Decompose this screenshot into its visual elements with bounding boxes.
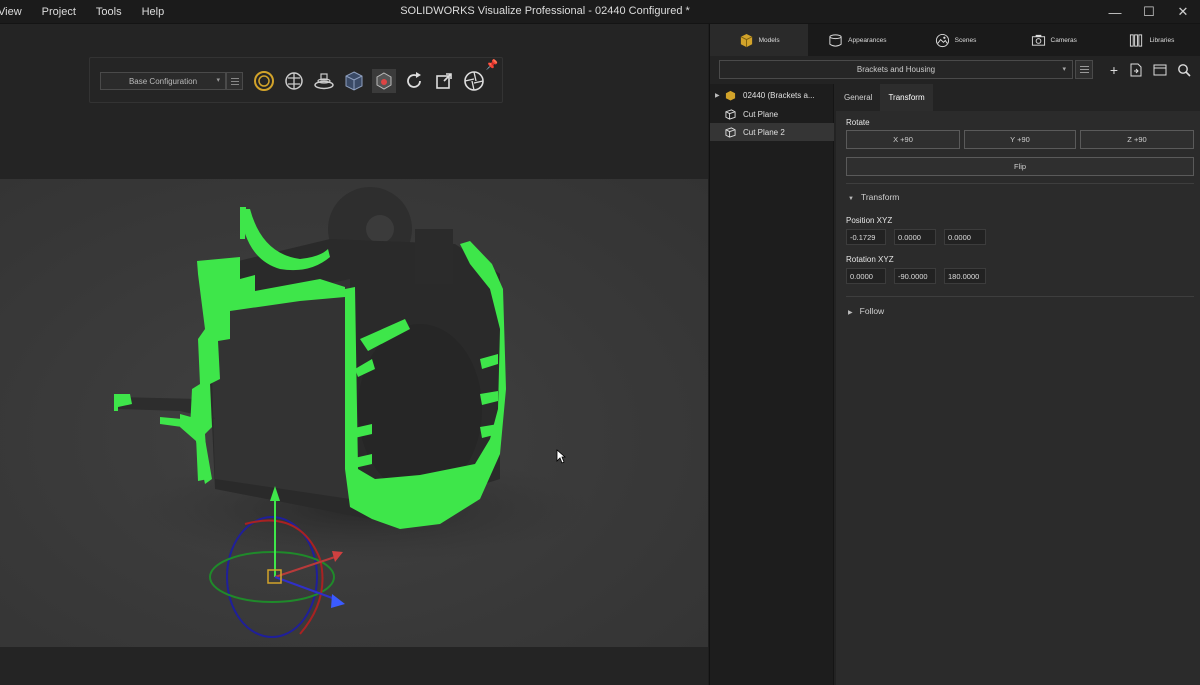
tree-item-cut-plane-2[interactable]: Cut Plane 2: [710, 123, 834, 141]
model-list-button[interactable]: [1075, 60, 1093, 79]
turntable-icon[interactable]: [312, 69, 336, 93]
cut-plane-icon: [725, 108, 736, 120]
rotation-y-field[interactable]: -90.0000: [894, 268, 936, 284]
export-icon[interactable]: [432, 69, 456, 93]
object-select-icon[interactable]: [372, 69, 396, 93]
rotate-y-button[interactable]: Y +90: [964, 130, 1076, 149]
tree-item-label: Cut Plane 2: [743, 127, 785, 137]
caret-right-icon: ▶: [848, 310, 853, 316]
tab-models[interactable]: Models: [710, 24, 809, 56]
panel-tabs: Models Appearances Scenes Cameras Librar…: [710, 24, 1200, 56]
search-icon[interactable]: [1176, 62, 1192, 78]
right-panel: Models Appearances Scenes Cameras Librar…: [709, 24, 1200, 685]
property-tabs: General Transform: [836, 84, 933, 111]
tab-label: Cameras: [1050, 36, 1077, 44]
tree-item-label: 02440 (Brackets a...: [743, 90, 815, 100]
minimize-button[interactable]: —: [1098, 0, 1132, 24]
divider: [846, 296, 1194, 297]
configuration-select[interactable]: Base Configuration ▾: [100, 72, 226, 90]
tab-label: Appearances: [848, 36, 887, 44]
refresh-icon[interactable]: [402, 69, 426, 93]
mouse-cursor-icon: [556, 449, 566, 464]
view-cube-icon[interactable]: [342, 69, 366, 93]
cube-icon: [740, 33, 752, 47]
render-mode-icon[interactable]: [252, 69, 276, 93]
tree-item-cut-plane[interactable]: Cut Plane: [710, 105, 834, 123]
cube-icon: [725, 90, 736, 101]
tab-libraries[interactable]: Libraries: [1103, 24, 1200, 56]
window-title: SOLIDWORKS Visualize Professional - 0244…: [400, 5, 690, 17]
position-y-field[interactable]: 0.0000: [894, 229, 936, 245]
follow-section-toggle[interactable]: ▶ Follow: [848, 306, 884, 316]
model-render[interactable]: [0, 179, 708, 647]
tab-appearances[interactable]: Appearances: [808, 24, 906, 56]
cut-plane-icon: [725, 126, 736, 138]
position-z-field[interactable]: 0.0000: [944, 229, 986, 245]
expand-arrow-icon[interactable]: ▶: [715, 92, 720, 99]
flip-button[interactable]: Flip: [846, 157, 1194, 176]
tab-transform[interactable]: Transform: [880, 84, 933, 111]
rotate-x-button[interactable]: X +90: [846, 130, 960, 149]
position-label: Position XYZ: [846, 216, 893, 225]
paint-can-icon: [829, 33, 842, 47]
transform-section-toggle[interactable]: ▼ Transform: [848, 192, 899, 202]
caret-down-icon: ▼: [848, 196, 854, 202]
transform-properties: Rotate X +90 Y +90 Z +90 Flip ▼ Transform…: [836, 111, 1200, 685]
import-file-icon[interactable]: [1128, 62, 1144, 78]
model-group-value: Brackets and Housing: [856, 65, 936, 74]
configuration-list-button[interactable]: [226, 72, 243, 90]
follow-header: Follow: [859, 306, 885, 316]
tree-item-label: Cut Plane: [743, 109, 779, 119]
rotate-label: Rotate: [846, 118, 870, 127]
viewport-area: Base Configuration ▾ 📌: [0, 24, 708, 685]
tree-item-model[interactable]: ▶ 02440 (Brackets a...: [710, 86, 834, 104]
transform-header: Transform: [860, 192, 900, 202]
rotation-x-field[interactable]: 0.0000: [846, 268, 886, 284]
maximize-button[interactable]: ☐: [1132, 0, 1166, 24]
close-button[interactable]: ✕: [1166, 0, 1200, 24]
model-tree: ▶ 02440 (Brackets a... Cut Plane Cut Pla…: [710, 84, 834, 685]
configuration-value: Base Configuration: [128, 76, 198, 86]
viewport-toolbar: Base Configuration ▾ 📌: [89, 57, 503, 103]
chevron-down-icon: ▾: [216, 77, 220, 84]
scene-tree-icon[interactable]: [282, 69, 306, 93]
divider: [846, 183, 1194, 184]
add-icon[interactable]: +: [1106, 62, 1122, 78]
render-viewport[interactable]: [0, 179, 708, 647]
camera-shutter-icon[interactable]: [462, 69, 486, 93]
tab-label: Models: [758, 36, 780, 44]
rotation-z-field[interactable]: 180.0000: [944, 268, 986, 284]
books-icon: [1130, 33, 1143, 47]
rotation-label: Rotation XYZ: [846, 255, 894, 264]
tab-label: Libraries: [1149, 36, 1175, 44]
globe-icon: [935, 33, 949, 47]
camera-icon: [1031, 34, 1045, 46]
model-group-select[interactable]: Brackets and Housing ▾: [719, 60, 1073, 79]
panel-layout-icon[interactable]: [1152, 62, 1168, 78]
tab-cameras[interactable]: Cameras: [1005, 24, 1103, 56]
rotate-z-button[interactable]: Z +90: [1080, 130, 1194, 149]
tab-scenes[interactable]: Scenes: [906, 24, 1004, 56]
position-x-field[interactable]: -0.1729: [846, 229, 886, 245]
tab-general[interactable]: General: [836, 84, 880, 111]
chevron-down-icon: ▾: [1062, 66, 1066, 73]
pin-icon[interactable]: 📌: [486, 60, 498, 71]
tab-label: Scenes: [954, 36, 977, 44]
title-bar: View Project Tools Help SOLIDWORKS Visua…: [0, 0, 1200, 24]
housing-body: [118, 187, 500, 519]
